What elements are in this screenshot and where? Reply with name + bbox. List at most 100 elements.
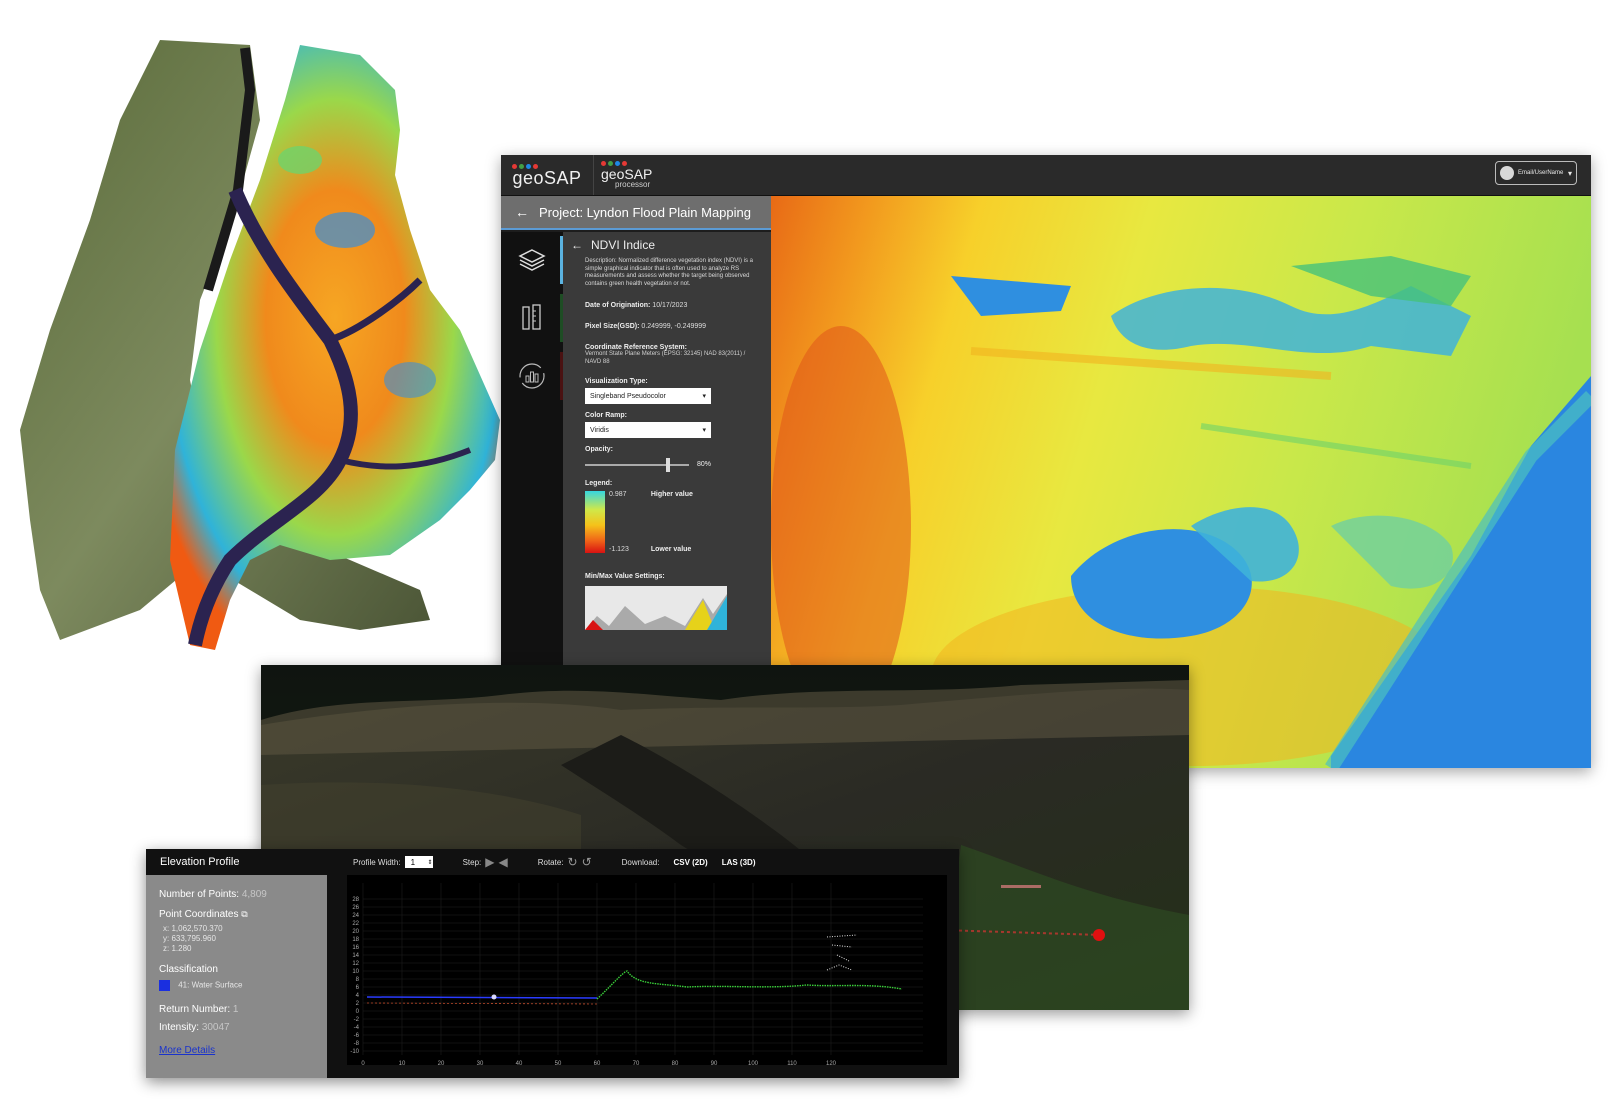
background-map-imagery [20,40,500,650]
step-back-icon[interactable]: ◀ [499,855,508,869]
project-title: Project: Lyndon Flood Plain Mapping [539,204,751,220]
elevation-profile-chart[interactable]: 2826242220181614121086420-2-4-6-8-100 10 2… [327,875,959,1078]
water-surface-points [366,996,598,999]
x-tick-label: 30 [477,1061,484,1067]
analytics-refresh-icon [519,363,545,389]
more-details-link[interactable]: More Details [159,1045,215,1056]
copy-icon[interactable]: ⧉ [241,909,247,919]
opacity-slider-row: 80% [563,457,771,472]
color-ramp-select[interactable]: Viridis ▾ [585,422,711,438]
profile-width-input[interactable]: 1 ⇕ [404,856,433,868]
rotate-cw-icon[interactable]: ↻ [568,855,578,869]
histogram-chart[interactable] [585,586,727,630]
x-tick-label: 110 [787,1061,797,1067]
visualization-type-value: Singleband Pseudocolor [590,392,666,400]
y-tick-label: -4 [354,1025,360,1031]
elevation-profile-title: Elevation Profile [146,849,327,875]
x-tick-label: 120 [826,1061,837,1067]
step-forward-icon[interactable]: ▶ [485,855,494,869]
legend-values: 0.987 -1.123 [605,491,629,553]
legend-min: -1.123 [609,546,629,553]
x-tick-label: 100 [748,1061,759,1067]
y-tick-label: -8 [354,1041,360,1047]
description-text: Description: Normalized difference veget… [585,258,753,287]
return-label: Return Number: [159,1004,231,1015]
legend: 0.987 -1.123 Higher value Lower value [563,491,771,553]
x-tick-label: 60 [594,1061,601,1067]
classification-label: Classification [159,964,218,975]
date-value: 10/17/2023 [652,302,688,309]
y-tick-label: 16 [352,945,359,951]
panel-title: NDVI Indice [591,238,656,252]
y-tick-label: 26 [352,905,359,911]
analytics-tool[interactable] [501,348,563,404]
x-tick-label: 70 [633,1061,640,1067]
caret-down-icon: ▾ [1567,168,1572,178]
layers-tool[interactable] [501,232,563,288]
y-tick-label: -10 [350,1049,359,1055]
download-label: Download: [621,857,660,867]
user-menu-button[interactable]: Email/UserName ▾ [1495,161,1577,185]
avatar [1500,166,1514,180]
profile-width-value: 1 [410,857,416,867]
dropdown-caret-icon: ▾ [702,427,706,434]
geosap-logo[interactable]: geoSAP [501,155,594,195]
x-tick-label: 80 [672,1061,679,1067]
return-value: 1 [232,1004,239,1015]
brand-secondary-sub: processor [615,180,651,189]
x-tick-label: 20 [438,1061,445,1067]
classification-value: 41: Water Surface [178,980,243,990]
date-row: Date of Origination: 10/17/2023 [563,302,771,309]
download-las-button[interactable]: LAS (3D) [722,858,756,867]
layers-icon [518,249,546,271]
user-label: Email/UserName [1518,170,1564,176]
y-tick-label: 28 [352,897,359,903]
legend-names: Higher value Lower value [629,491,693,553]
opacity-label: Opacity: [585,446,614,453]
intensity-value: 30047 [201,1022,230,1033]
coord-y: y: 633,795.960 [163,934,216,943]
intensity-row: Intensity: 30047 [159,1022,230,1033]
pixel-size-label: Pixel Size(GSD): [585,323,640,330]
opacity-slider[interactable] [585,457,689,472]
profile-toolbar: Profile Width: 1 ⇕ Step: ▶ ◀ Rotate: ↻ ↺… [327,849,959,875]
legend-high-label: Higher value [650,491,693,498]
opacity-slider-thumb[interactable] [666,457,671,472]
coords-row: Point Coordinates ⧉ [159,909,248,920]
back-arrow-icon[interactable]: ← [515,204,529,220]
y-tick-label: 12 [352,961,359,967]
legend-label: Legend: [585,480,613,487]
pixel-size-row: Pixel Size(GSD): 0.249999, -0.249999 [563,323,771,330]
pixel-size-value: 0.249999, -0.249999 [641,323,707,330]
back-arrow-icon[interactable]: ← [571,238,583,252]
rotate-ccw-icon[interactable]: ↺ [582,855,592,869]
visualization-type-select[interactable]: Singleband Pseudocolor ▾ [585,388,711,404]
x-tick-label: 50 [555,1061,562,1067]
date-label: Date of Origination: [585,302,651,309]
measure-tool[interactable] [501,290,563,346]
legend-max: 0.987 [609,491,627,498]
point-info-panel: Number of Points: 4,809 Point Coordinate… [146,875,327,1078]
download-csv-button[interactable]: CSV (2D) [673,858,707,867]
stepper-icon[interactable]: ⇕ [428,859,433,866]
brand-secondary: geoSAP [601,166,653,182]
points-label: Number of Points: [159,889,240,900]
step-label: Step: [462,857,482,867]
selected-point-marker[interactable] [491,994,497,1000]
geosap-processor-logo[interactable]: geoSAP processor [601,155,671,195]
y-tick-label: 22 [352,921,359,927]
y-tick-label: 14 [352,953,359,959]
profile-endpoint-marker[interactable] [1093,929,1105,941]
project-bar[interactable]: ← Project: Lyndon Flood Plain Mapping [501,196,771,230]
coord-x: x: 1,062,570.370 [163,924,223,933]
measure-ruler-icon [522,304,541,330]
return-row: Return Number: 1 [159,1004,238,1015]
coord-z: z: 1.280 [163,944,192,953]
crs-value: Vermont State Plane Meters (EPSG: 32145)… [585,351,746,365]
panel-header[interactable]: ← NDVI Indice [563,232,771,258]
opacity-value: 80% [697,461,712,468]
legend-color-ramp [585,491,605,553]
dropdown-caret-icon: ▾ [702,393,706,400]
classification-row: 41: Water Surface [159,980,242,991]
x-tick-label: 90 [711,1061,718,1067]
